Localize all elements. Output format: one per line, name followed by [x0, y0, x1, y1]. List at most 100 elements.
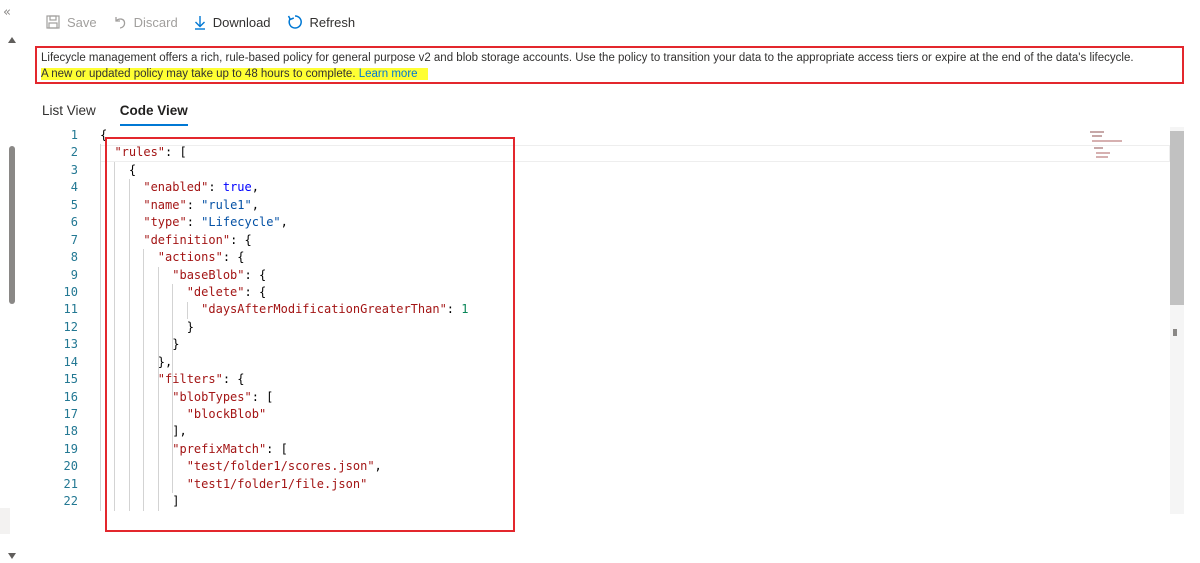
- json-code-editor[interactable]: 1 2 3 4 5 6 7 8 9 10 11 12 13 14 15 16 17 18 19 20 21 22 { "r…: [42, 127, 1184, 514]
- json-key: "test/folder1/scores.json": [186, 459, 375, 474]
- json-punctuation: : [: [251, 389, 274, 404]
- line-number: 10: [63, 284, 78, 299]
- line-number: 7: [70, 232, 78, 247]
- code-line: "delete": {: [100, 284, 1080, 301]
- json-punctuation: : {: [244, 267, 267, 282]
- json-key: "filters": [157, 372, 223, 387]
- json-key: "rules": [114, 145, 166, 160]
- indent-guide: [157, 266, 159, 511]
- indent-guide: [114, 161, 116, 511]
- editor-scrollbar-marker: [1173, 329, 1177, 336]
- line-number: 13: [63, 337, 78, 352]
- line-number: 4: [70, 180, 78, 195]
- scroll-up-arrow-icon[interactable]: [8, 37, 16, 43]
- code-line: "prefixMatch": [: [100, 441, 1080, 458]
- line-number: 22: [63, 494, 78, 509]
- json-punctuation: {: [100, 128, 108, 142]
- code-area[interactable]: { "rules": [ { "enabled": true, "name": …: [100, 127, 1080, 511]
- line-number: 21: [63, 476, 78, 491]
- command-bar: Save Discard Download Refresh: [46, 11, 371, 33]
- json-punctuation: },: [157, 354, 173, 369]
- undo-icon: [113, 15, 127, 29]
- json-key: "baseBlob": [172, 267, 245, 282]
- refresh-button[interactable]: Refresh: [287, 14, 355, 30]
- indent-guide: [186, 301, 188, 319]
- code-line: "blockBlob": [100, 406, 1080, 423]
- code-line: "actions": {: [100, 249, 1080, 266]
- json-punctuation: ]: [172, 494, 180, 509]
- code-line: "baseBlob": {: [100, 267, 1080, 284]
- line-number: 15: [63, 372, 78, 387]
- line-number: 6: [70, 215, 78, 230]
- indent-guide: [128, 179, 130, 511]
- indent-guide: [172, 284, 174, 494]
- line-number: 19: [63, 441, 78, 456]
- editor-scrollbar-thumb[interactable]: [1170, 131, 1184, 305]
- json-punctuation: : [: [165, 145, 187, 160]
- code-line: }: [100, 319, 1080, 336]
- code-minimap[interactable]: [1086, 127, 1170, 167]
- save-label: Save: [67, 14, 97, 30]
- save-button[interactable]: Save: [46, 15, 97, 30]
- code-line: "type": "Lifecycle",: [100, 214, 1080, 231]
- line-number: 18: [63, 424, 78, 439]
- code-line: "definition": {: [100, 232, 1080, 249]
- json-key: "definition": [143, 232, 231, 247]
- discard-label: Discard: [133, 14, 178, 30]
- banner-text-line1: Lifecycle management offers a rich, rule…: [41, 52, 1134, 64]
- indent-guide: [143, 249, 145, 511]
- page-scrollbar-thumb[interactable]: [9, 146, 15, 304]
- line-number: 1: [70, 128, 78, 142]
- code-line: "daysAfterModificationGreaterThan": 1: [100, 301, 1080, 318]
- json-key: "daysAfterModificationGreaterThan": [201, 302, 447, 317]
- collapse-panel-icon[interactable]: «: [3, 5, 11, 20]
- json-key: "delete": [186, 284, 245, 299]
- code-line: "filters": {: [100, 371, 1080, 388]
- download-label: Download: [212, 14, 271, 30]
- code-line: "test1/folder1/file.json": [100, 476, 1080, 493]
- discard-button[interactable]: Discard: [113, 15, 178, 30]
- view-tabs: List View Code View: [42, 103, 212, 126]
- line-number: 3: [70, 162, 78, 177]
- learn-more-link[interactable]: Learn more: [359, 68, 418, 80]
- json-key: "test1/folder1/file.json": [186, 476, 368, 491]
- refresh-icon: [287, 14, 303, 30]
- json-punctuation: }: [186, 319, 194, 334]
- lifecycle-info-banner: Lifecycle management offers a rich, rule…: [35, 46, 1184, 84]
- code-line: "test/folder1/scores.json",: [100, 458, 1080, 475]
- code-line: "name": "rule1",: [100, 197, 1080, 214]
- line-number: 17: [63, 407, 78, 421]
- indent-guide: [100, 144, 101, 511]
- line-number: 12: [63, 319, 78, 334]
- download-icon: [194, 15, 206, 30]
- json-boolean: true: [222, 180, 252, 195]
- json-punctuation: ,: [280, 215, 288, 230]
- download-button[interactable]: Download: [194, 15, 271, 30]
- json-key: "type": [143, 215, 187, 230]
- line-number: 2: [70, 145, 78, 160]
- scroll-down-arrow-icon[interactable]: [8, 553, 16, 559]
- json-punctuation: ,: [251, 197, 259, 212]
- json-key: "actions": [157, 250, 223, 265]
- json-punctuation: :: [446, 302, 462, 317]
- line-number: 16: [63, 389, 78, 404]
- json-punctuation: : {: [222, 372, 245, 387]
- json-punctuation: : {: [230, 232, 252, 247]
- banner-text-line2: A new or updated policy may take up to 4…: [41, 68, 356, 80]
- json-punctuation: ],: [172, 424, 187, 439]
- line-number-gutter: 1 2 3 4 5 6 7 8 9 10 11 12 13 14 15 16 17 18 19 20 21 22: [42, 127, 78, 511]
- json-key: "name": [143, 197, 187, 212]
- tab-code-view[interactable]: Code View: [119, 103, 188, 126]
- json-string: "Lifecycle": [201, 215, 281, 230]
- line-number: 9: [70, 267, 78, 282]
- json-punctuation: : {: [222, 250, 245, 265]
- code-line: "blobTypes": [: [100, 389, 1080, 406]
- line-number: 11: [63, 302, 78, 317]
- json-punctuation: :: [186, 197, 202, 212]
- tab-list-view[interactable]: List View: [42, 103, 96, 126]
- code-line: {: [100, 127, 1080, 144]
- line-number: 20: [63, 459, 78, 474]
- json-punctuation: :: [208, 180, 223, 195]
- save-icon: [46, 15, 60, 29]
- code-line: "rules": [: [100, 144, 1080, 161]
